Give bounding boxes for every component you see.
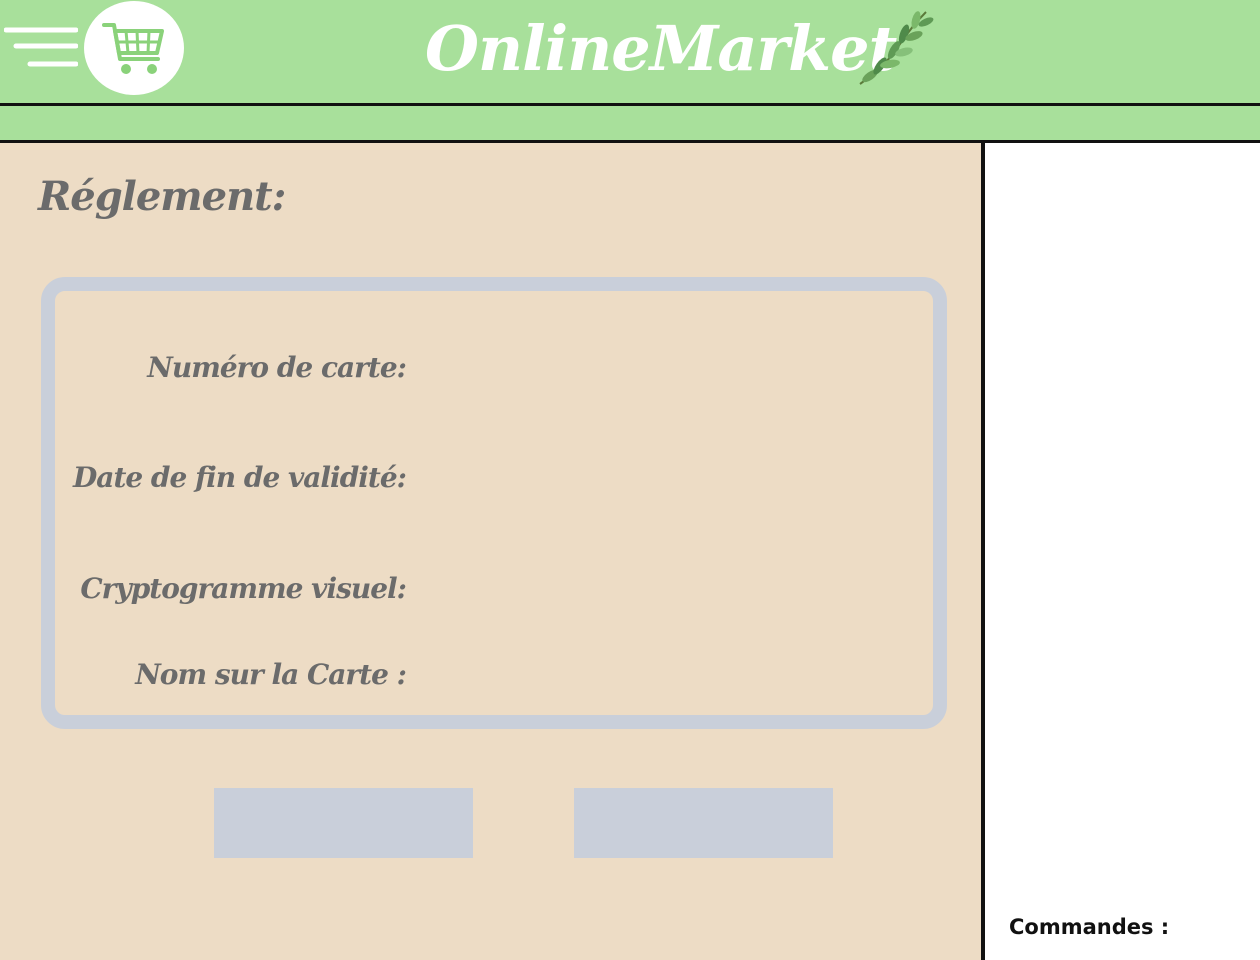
app-title: OnlineMarket — [425, 12, 897, 85]
sub-navigation-bar — [0, 106, 1260, 143]
expiry-date-label: Date de fin de validité: — [73, 461, 407, 494]
card-name-field[interactable] — [420, 656, 894, 700]
card-number-field[interactable] — [420, 349, 894, 393]
expiry-date-field[interactable] — [420, 459, 894, 503]
confirm-button[interactable] — [574, 788, 833, 858]
app-header: OnlineMarket — [0, 0, 1260, 106]
card-name-label: Nom sur la Carte : — [135, 658, 407, 691]
orders-label: Commandes : — [1009, 915, 1170, 939]
payment-panel: Réglement: Numéro de carte: Date de fin … — [0, 143, 981, 960]
card-number-label: Numéro de carte: — [147, 351, 407, 384]
cvv-label: Cryptogramme visuel: — [80, 572, 407, 605]
cancel-button[interactable] — [214, 788, 473, 858]
olive-branch-icon — [859, 11, 934, 85]
orders-sidebar: Commandes : — [981, 143, 1260, 960]
page-title: Réglement: — [38, 173, 286, 220]
cvv-field[interactable] — [420, 570, 894, 614]
shopping-cart-icon — [102, 23, 164, 74]
hamburger-menu-icon[interactable] — [3, 26, 79, 70]
cart-logo[interactable] — [84, 1, 184, 95]
